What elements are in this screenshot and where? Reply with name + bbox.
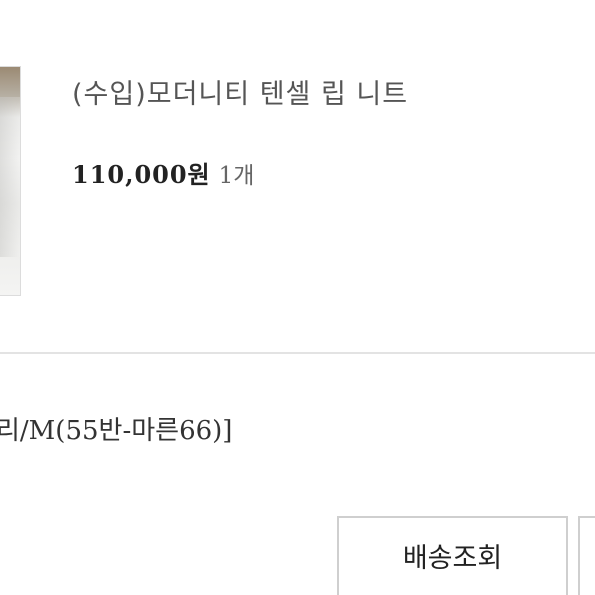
product-thumbnail[interactable] xyxy=(0,66,21,296)
track-delivery-label: 배송조회 xyxy=(402,543,503,574)
product-option: 리/M(55반-마른66)] xyxy=(0,416,233,446)
product-name[interactable]: (수입)모더니티 텐셀 립 니트 xyxy=(72,72,408,111)
section-divider xyxy=(0,352,595,354)
price-row: 110,000원 1개 xyxy=(72,155,254,190)
next-action-button[interactable] xyxy=(578,516,595,595)
thumbnail-image-detail xyxy=(0,97,20,257)
track-delivery-button[interactable]: 배송조회 xyxy=(337,516,568,595)
product-quantity: 1개 xyxy=(218,163,255,189)
order-item-page: (수입)모더니티 텐셀 립 니트 110,000원 1개 리/M(55반-마른66… xyxy=(0,0,595,595)
product-price: 110,000원 xyxy=(72,160,211,189)
